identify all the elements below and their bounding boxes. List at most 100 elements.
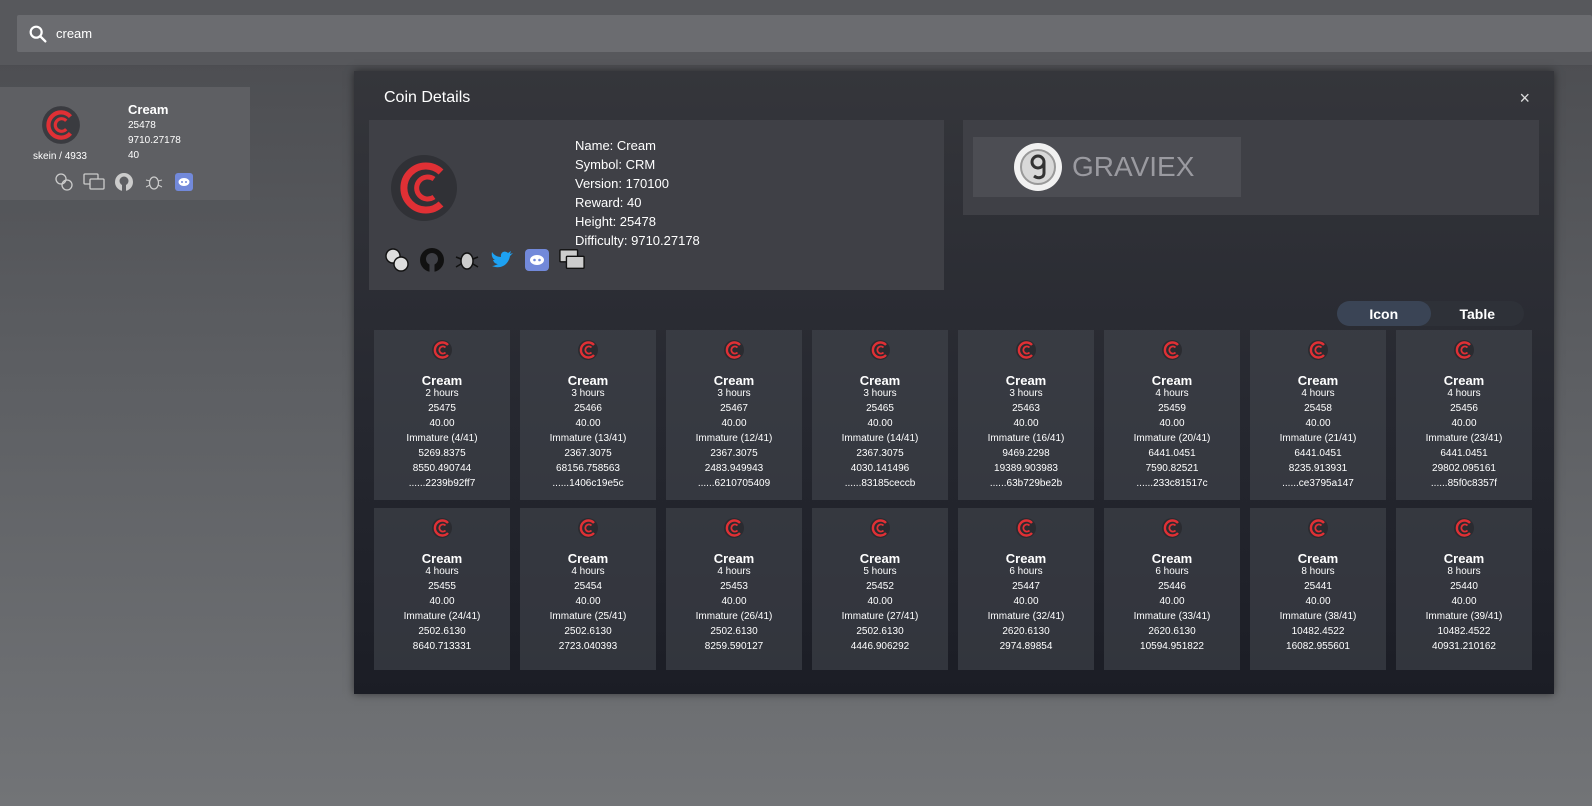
cream-logo-icon [1162,518,1182,538]
cream-logo-icon [1162,340,1182,360]
block-height: 25475 [428,403,456,414]
modal-title: Coin Details [384,89,471,106]
discord-icon[interactable] [524,247,550,273]
exchange-icon[interactable] [384,247,410,273]
cream-logo-icon [578,340,598,360]
block-shares: 2483.949943 [704,463,764,474]
block-shares: 29802.095161 [1432,463,1496,474]
block-reward: 40.00 [1305,596,1331,607]
block-diff: 2620.6130 [1002,626,1050,637]
block-shares: 19389.903983 [994,463,1058,474]
close-button[interactable]: × [1519,88,1530,109]
cream-logo-icon [432,518,452,538]
block-status: Immature (4/41) [406,433,478,444]
block-reward: 40.00 [867,596,893,607]
cream-logo-icon [1308,518,1328,538]
block-card[interactable]: Cream 8 hours 25441 40.00 Immature (38/41) 10… [1250,508,1386,670]
block-shares: 8550.490744 [412,463,472,474]
view-toggle[interactable]: Icon Table [1337,301,1524,326]
cream-logo-icon [1016,518,1036,538]
block-diff: 6441.0451 [1148,448,1196,459]
block-age: 4 hours [425,566,459,577]
info-reward: Reward: 40 [575,195,642,210]
search-bar[interactable] [17,15,1592,52]
cream-logo-icon [1308,340,1328,360]
cream-logo-icon [724,518,744,538]
twitter-icon[interactable] [489,247,515,273]
block-card[interactable]: Cream 4 hours 25459 40.00 Immature (20/41) 64… [1104,330,1240,500]
block-card[interactable]: Cream 3 hours 25465 40.00 Immature (14/41) 23… [812,330,948,500]
block-height: 25456 [1450,403,1478,414]
block-coin-name: Cream [713,551,755,566]
github-icon[interactable] [112,170,135,193]
block-status: Immature (26/41) [695,611,773,622]
block-height: 25467 [720,403,748,414]
github-icon[interactable] [419,247,445,273]
block-height: 25440 [1450,581,1478,592]
block-diff: 2502.6130 [564,626,612,637]
exchange-icon[interactable] [52,170,75,193]
block-coin-name: Cream [1443,373,1485,388]
bug-icon[interactable] [454,247,480,273]
block-reward: 40.00 [1451,596,1477,607]
bug-icon[interactable] [142,170,165,193]
block-hash: ......6210705409 [697,478,771,489]
exchange-name: GRAVIEX [1072,151,1195,182]
block-age: 4 hours [717,566,751,577]
block-age: 3 hours [717,388,751,399]
search-icon [29,25,47,43]
block-status: Immature (38/41) [1279,611,1357,622]
graviex-logo[interactable]: GRAVIEX [973,137,1241,197]
block-age: 6 hours [1009,566,1043,577]
block-coin-name: Cream [567,373,609,388]
block-card[interactable]: Cream 4 hours 25453 40.00 Immature (26/41) 25… [666,508,802,670]
block-card[interactable]: Cream 4 hours 25458 40.00 Immature (21/41) 64… [1250,330,1386,500]
block-coin-name: Cream [1005,551,1047,566]
block-shares: 4030.141496 [850,463,910,474]
block-card[interactable]: Cream 6 hours 25446 40.00 Immature (33/41) 26… [1104,508,1240,670]
discord-icon[interactable] [172,170,195,193]
block-card[interactable]: Cream 6 hours 25447 40.00 Immature (32/41) 26… [958,508,1094,670]
block-age: 3 hours [1009,388,1043,399]
block-card[interactable]: Cream 4 hours 25455 40.00 Immature (24/41) 25… [374,508,510,670]
chat-icon[interactable] [82,170,105,193]
block-diff: 10482.4522 [1291,626,1345,637]
block-card[interactable]: Cream 5 hours 25452 40.00 Immature (27/41) 25… [812,508,948,670]
toggle-table-view[interactable]: Table [1431,301,1525,326]
block-hash: ......233c81517c [1136,478,1208,489]
block-reward: 40.00 [867,418,893,429]
chat-icon[interactable] [559,247,585,273]
block-card[interactable]: Cream 3 hours 25467 40.00 Immature (12/41) 23… [666,330,802,500]
block-status: Immature (33/41) [1133,611,1211,622]
cream-logo-icon [1454,340,1474,360]
block-height: 25458 [1304,403,1332,414]
block-reward: 40.00 [1451,418,1477,429]
block-height: 25465 [866,403,894,414]
block-coin-name: Cream [421,373,463,388]
block-height: 25466 [574,403,602,414]
block-diff: 2367.3075 [564,448,612,459]
block-height: 25452 [866,581,894,592]
coin-card[interactable]: skein / 4933 Cream 25478 9710.27178 40 [0,87,250,200]
block-card[interactable]: Cream 3 hours 25463 40.00 Immature (16/41) 94… [958,330,1094,500]
block-card[interactable]: Cream 2 hours 25475 40.00 Immature (4/41) 526… [374,330,510,500]
coin-reward: 40 [128,150,140,161]
info-difficulty: Difficulty: 9710.27178 [575,233,700,248]
cream-logo-icon [578,518,598,538]
block-card[interactable]: Cream 8 hours 25440 40.00 Immature (39/41) 10… [1396,508,1532,670]
block-reward: 40.00 [575,596,601,607]
block-card[interactable]: Cream 4 hours 25456 40.00 Immature (23/41) 64… [1396,330,1532,500]
block-reward: 40.00 [575,418,601,429]
block-height: 25447 [1012,581,1040,592]
block-card[interactable]: Cream 3 hours 25466 40.00 Immature (13/41) 23… [520,330,656,500]
block-card[interactable]: Cream 4 hours 25454 40.00 Immature (25/41) 25… [520,508,656,670]
coin-name: Cream [128,102,169,117]
block-reward: 40.00 [1159,418,1185,429]
search-area [0,0,1592,66]
cream-logo-icon [391,155,457,221]
search-input[interactable] [56,26,656,41]
toggle-icon-view[interactable]: Icon [1337,301,1431,326]
block-age: 4 hours [1155,388,1189,399]
block-status: Immature (20/41) [1133,433,1211,444]
block-height: 25459 [1158,403,1186,414]
